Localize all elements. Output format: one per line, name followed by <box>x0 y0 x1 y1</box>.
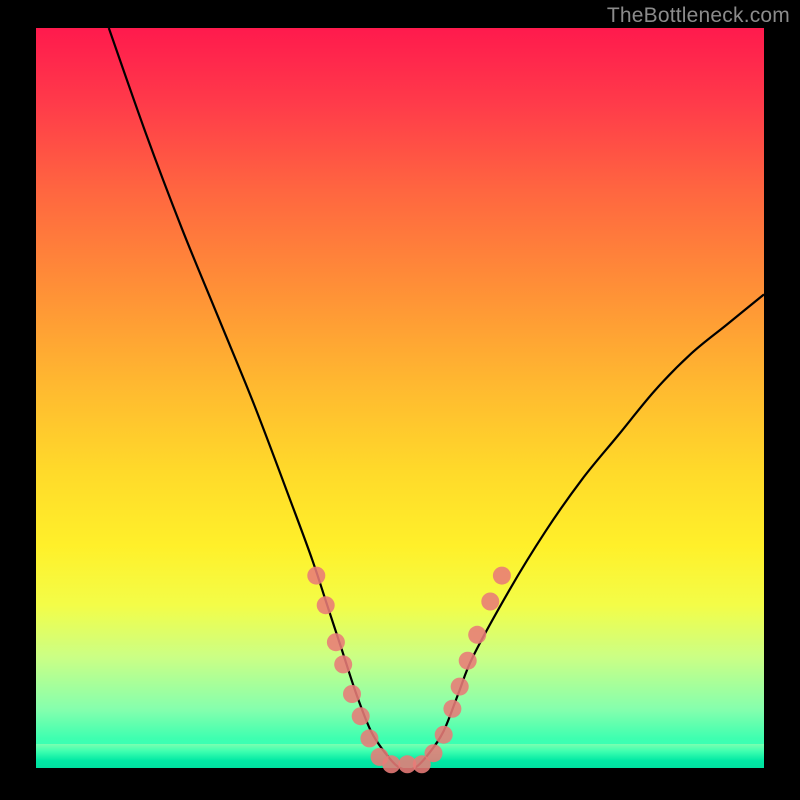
data-marker <box>307 567 325 585</box>
chart-container: TheBottleneck.com <box>0 0 800 800</box>
data-marker <box>343 685 361 703</box>
chart-svg <box>36 28 764 768</box>
data-marker <box>451 678 469 696</box>
data-marker <box>425 744 443 762</box>
data-marker <box>382 755 400 773</box>
data-marker <box>327 633 345 651</box>
data-marker <box>481 593 499 611</box>
data-marker <box>360 729 378 747</box>
data-marker <box>459 652 477 670</box>
data-marker <box>334 655 352 673</box>
data-marker <box>443 700 461 718</box>
plot-area <box>36 28 764 768</box>
bottleneck-curve <box>109 28 764 770</box>
data-markers <box>307 567 511 774</box>
data-marker <box>493 567 511 585</box>
data-marker <box>435 726 453 744</box>
data-marker <box>317 596 335 614</box>
watermark-text: TheBottleneck.com <box>607 4 790 28</box>
data-marker <box>468 626 486 644</box>
data-marker <box>352 707 370 725</box>
